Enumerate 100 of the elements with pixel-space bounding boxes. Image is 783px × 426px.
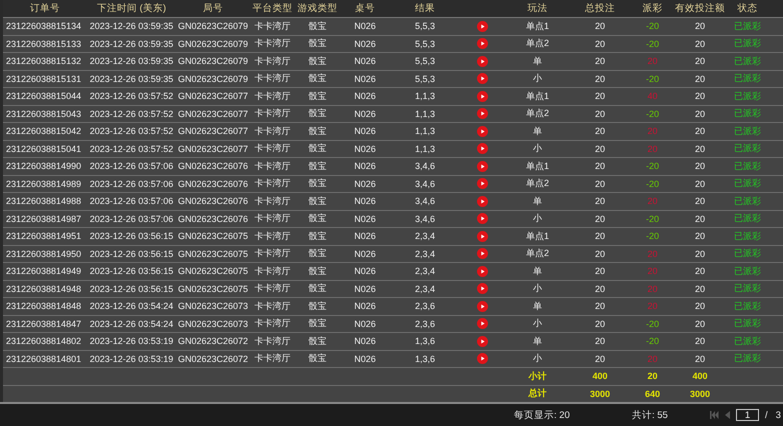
round-number: GN02623C26079 xyxy=(178,38,248,49)
bet-time: 2023-12-26 03:56:15 xyxy=(90,231,174,242)
play-icon[interactable] xyxy=(477,73,488,84)
bet-time: 2023-12-26 03:57:52 xyxy=(90,126,174,136)
play-icon[interactable] xyxy=(477,196,488,207)
payout: -20 xyxy=(646,21,659,32)
play-icon[interactable] xyxy=(477,160,488,172)
table-number: N026 xyxy=(354,38,376,49)
round-number: GN02623C26079 xyxy=(178,21,248,32)
order-number: 231226038815043 xyxy=(6,108,82,119)
play-icon[interactable] xyxy=(477,90,488,102)
play-icon[interactable] xyxy=(477,318,488,330)
valid-bet: 20 xyxy=(694,108,705,119)
payout: -20 xyxy=(646,108,659,119)
order-number: 231226038814990 xyxy=(6,161,82,172)
play-icon[interactable] xyxy=(477,56,488,67)
order-number: 231226038814801 xyxy=(6,354,82,364)
platform-type: 卡卡湾厅 xyxy=(254,248,290,258)
order-number: 231226038814847 xyxy=(6,318,82,329)
game-type: 骰宝 xyxy=(308,283,326,294)
dice-result: 1,1,3 xyxy=(414,144,436,154)
bet-type: 小 xyxy=(533,283,542,294)
bet-time: 2023-12-26 03:57:52 xyxy=(90,91,174,102)
play-icon[interactable] xyxy=(477,178,488,190)
table-number: N026 xyxy=(354,231,376,242)
platform-type: 卡卡湾厅 xyxy=(254,266,290,276)
summary-total-bet: 3000 xyxy=(590,388,610,399)
valid-bet: 20 xyxy=(694,178,705,189)
play-icon[interactable] xyxy=(477,20,488,32)
platform-type: 卡卡湾厅 xyxy=(254,143,290,154)
game-type: 骰宝 xyxy=(308,318,326,328)
bet-type: 单点2 xyxy=(526,38,549,48)
column-header: 桌号 xyxy=(355,3,375,14)
play-icon[interactable] xyxy=(477,108,488,120)
dice-result: 2,3,4 xyxy=(414,248,436,259)
bet-time: 2023-12-26 03:54:24 xyxy=(90,318,174,329)
table-number: N026 xyxy=(354,108,376,119)
bet-type: 小 xyxy=(533,213,542,224)
dice-result: 2,3,4 xyxy=(414,284,436,294)
valid-bet: 20 xyxy=(694,74,705,84)
play-icon[interactable] xyxy=(477,143,488,154)
bet-time: 2023-12-26 03:57:06 xyxy=(90,161,174,172)
order-number: 231226038814951 xyxy=(6,231,82,242)
payout: 20 xyxy=(647,248,658,259)
status: 已派彩 xyxy=(734,318,761,328)
payout: 20 xyxy=(647,284,658,294)
column-header: 游戏类型 xyxy=(298,3,338,14)
round-number: GN02623C26076 xyxy=(178,214,248,224)
play-icon[interactable] xyxy=(477,230,488,242)
game-type: 骰宝 xyxy=(308,266,326,276)
game-type: 骰宝 xyxy=(308,143,326,154)
total-bet: 20 xyxy=(594,336,605,346)
platform-type: 卡卡湾厅 xyxy=(254,178,290,188)
dice-result: 5,5,3 xyxy=(414,56,436,66)
dice-result: 2,3,4 xyxy=(414,266,436,276)
dice-result: 3,4,6 xyxy=(414,196,436,206)
play-icon[interactable] xyxy=(477,283,488,294)
status: 已派彩 xyxy=(734,300,761,311)
play-icon[interactable] xyxy=(477,266,488,277)
game-type: 骰宝 xyxy=(308,56,326,66)
play-icon[interactable] xyxy=(477,336,488,347)
table-number: N026 xyxy=(354,126,376,136)
platform-type: 卡卡湾厅 xyxy=(254,196,290,206)
valid-bet: 20 xyxy=(694,144,705,154)
play-icon[interactable] xyxy=(477,38,488,50)
game-type: 骰宝 xyxy=(308,300,326,311)
total-bet: 20 xyxy=(594,214,605,224)
status: 已派彩 xyxy=(734,38,761,48)
platform-type: 卡卡湾厅 xyxy=(254,230,290,241)
play-icon[interactable] xyxy=(477,213,488,224)
dice-result: 5,5,3 xyxy=(414,74,436,84)
status: 已派彩 xyxy=(734,213,761,224)
play-icon[interactable] xyxy=(477,248,488,260)
game-type: 骰宝 xyxy=(308,20,326,31)
play-icon[interactable] xyxy=(477,300,488,312)
valid-bet: 20 xyxy=(694,284,705,294)
platform-type: 卡卡湾厅 xyxy=(254,108,290,118)
payout: 20 xyxy=(647,301,658,312)
valid-bet: 20 xyxy=(694,231,705,242)
page-input[interactable]: 1 xyxy=(736,409,759,421)
column-header: 玩法 xyxy=(528,3,548,14)
bet-time: 2023-12-26 03:59:35 xyxy=(90,21,174,32)
round-number: GN02623C26076 xyxy=(178,196,248,206)
bet-type: 单 xyxy=(533,266,542,276)
platform-type: 卡卡湾厅 xyxy=(254,318,290,328)
order-number: 231226038814848 xyxy=(6,301,82,312)
order-number: 231226038815044 xyxy=(6,91,82,102)
bet-time: 2023-12-26 03:56:15 xyxy=(90,248,174,259)
play-icon[interactable] xyxy=(477,126,488,137)
order-number: 231226038814802 xyxy=(6,336,82,346)
platform-type: 卡卡湾厅 xyxy=(254,90,290,101)
table-number: N026 xyxy=(354,144,376,154)
column-header: 总投注 xyxy=(585,3,615,14)
dice-result: 5,5,3 xyxy=(414,21,436,32)
payout: 20 xyxy=(647,354,658,364)
play-icon[interactable] xyxy=(477,353,488,364)
status: 已派彩 xyxy=(734,160,761,171)
summary-payout: 20 xyxy=(647,371,658,382)
status: 已派彩 xyxy=(734,266,761,276)
platform-type: 卡卡湾厅 xyxy=(254,56,290,66)
